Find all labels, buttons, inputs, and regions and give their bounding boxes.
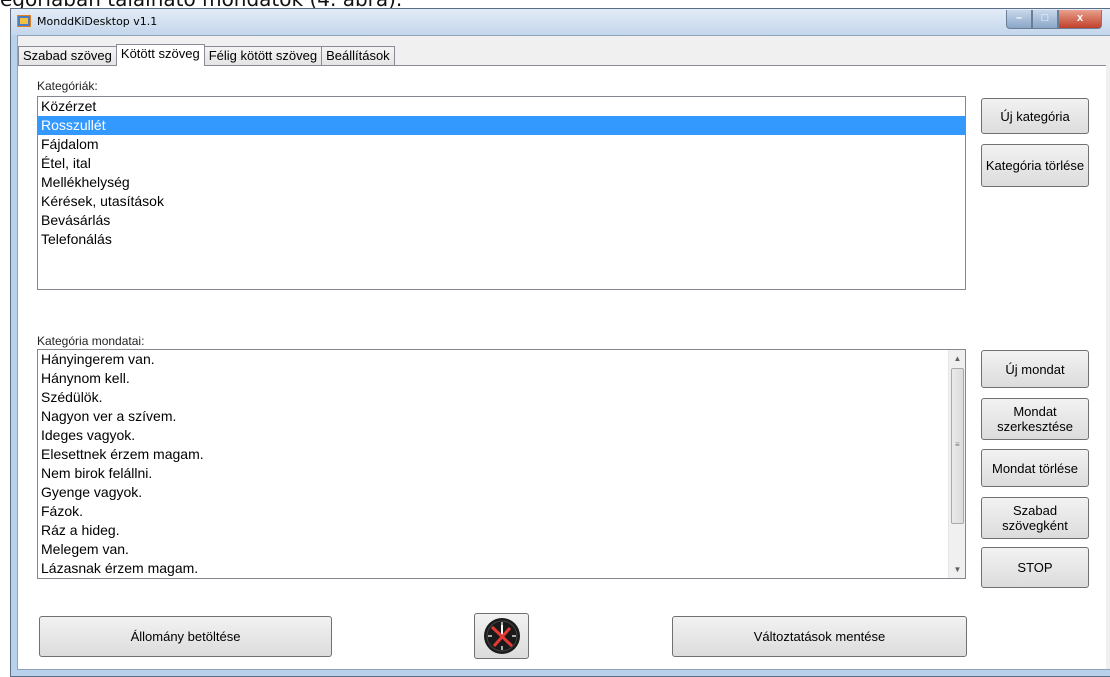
category-list-item[interactable]: Fájdalom <box>38 135 965 154</box>
load-file-button[interactable]: Állomány betöltése <box>39 616 332 657</box>
delete-category-button[interactable]: Kategória törlése <box>981 144 1089 187</box>
close-button[interactable]: x <box>1058 10 1102 29</box>
scroll-grip-icon: ≡ <box>955 440 960 449</box>
scroll-up-arrow-icon[interactable]: ▲ <box>949 350 965 367</box>
app-icon <box>17 15 31 27</box>
category-list-item[interactable]: Mellékhelység <box>38 173 965 192</box>
tab-felig-kotott-szoveg[interactable]: Félig kötött szöveg <box>203 46 323 66</box>
sentence-list-item[interactable]: Lázasnak érzem magam. <box>38 559 948 578</box>
delete-sentence-button[interactable]: Mondat törlése <box>981 449 1089 487</box>
category-list-item[interactable]: Étel, ital <box>38 154 965 173</box>
save-changes-button[interactable]: Változtatások mentése <box>672 616 967 657</box>
tab-strip: Szabad szöveg Kötött szöveg Félig kötött… <box>18 44 395 66</box>
sentence-list-item[interactable]: Fázok. <box>38 502 948 521</box>
sentence-list-item[interactable]: Hánynom kell. <box>38 369 948 388</box>
categories-label: Kategóriák: <box>37 79 98 93</box>
stop-button[interactable]: STOP <box>981 547 1089 588</box>
new-sentence-button[interactable]: Új mondat <box>981 350 1089 388</box>
sentences-label: Kategória mondatai: <box>37 334 145 348</box>
category-list-item[interactable]: Bevásárlás <box>38 211 965 230</box>
sentence-list-item[interactable]: Gyenge vagyok. <box>38 483 948 502</box>
title-bar[interactable]: MonddKiDesktop v1.1 – □ x <box>11 9 1110 35</box>
maximize-button[interactable]: □ <box>1032 10 1058 29</box>
free-text-button[interactable]: Szabad szövegként <box>981 497 1089 539</box>
category-list-item[interactable]: Rosszullét <box>38 116 965 135</box>
sentence-list-item[interactable]: Hányingerem van. <box>38 350 948 369</box>
category-list-item[interactable]: Közérzet <box>38 97 965 116</box>
sentences-scrollbar[interactable]: ▲ ≡ ▼ <box>948 350 965 578</box>
app-window: MonddKiDesktop v1.1 – □ x Szabad szöveg … <box>10 8 1110 677</box>
minimize-button[interactable]: – <box>1006 10 1032 29</box>
categories-listbox[interactable]: Közérzet Rosszullét Fájdalom Étel, ital Mell… <box>37 96 966 290</box>
tab-page-kotott-szoveg: Kategóriák: Közérzet Rosszullét Fájdalom Ét… <box>18 65 1106 669</box>
window-title: MonddKiDesktop v1.1 <box>37 15 158 28</box>
tab-szabad-szoveg[interactable]: Szabad szöveg <box>18 46 117 66</box>
sentence-list-item[interactable]: Melegem van. <box>38 540 948 559</box>
sentence-list-item[interactable]: Nagyon ver a szívem. <box>38 407 948 426</box>
sentence-list-item[interactable]: Ideges vagyok. <box>38 426 948 445</box>
sentence-list-item[interactable]: Nem birok felállni. <box>38 464 948 483</box>
sentence-list-item[interactable]: Elesettnek érzem magam. <box>38 445 948 464</box>
window-client-area: Szabad szöveg Kötött szöveg Félig kötött… <box>17 35 1110 670</box>
scroll-down-arrow-icon[interactable]: ▼ <box>949 561 965 578</box>
scrollbar-thumb[interactable]: ≡ <box>951 368 964 524</box>
edit-sentence-button[interactable]: Mondat szerkesztése <box>981 398 1089 440</box>
sentence-list-item[interactable]: Ráz a hideg. <box>38 521 948 540</box>
clock-icon <box>483 618 520 654</box>
clock-button[interactable] <box>474 613 529 659</box>
tab-beallitasok[interactable]: Beállítások <box>321 46 395 66</box>
sentence-list-item[interactable]: Szédülök. <box>38 388 948 407</box>
tab-kotott-szoveg[interactable]: Kötött szöveg <box>115 44 205 66</box>
category-list-item[interactable]: Kérések, utasítások <box>38 192 965 211</box>
new-category-button[interactable]: Új kategória <box>981 98 1089 134</box>
sentences-listbox[interactable]: Hányingerem van. Hánynom kell. Szédülök. Na… <box>37 349 966 579</box>
category-list-item[interactable]: Telefonálás <box>38 230 965 249</box>
